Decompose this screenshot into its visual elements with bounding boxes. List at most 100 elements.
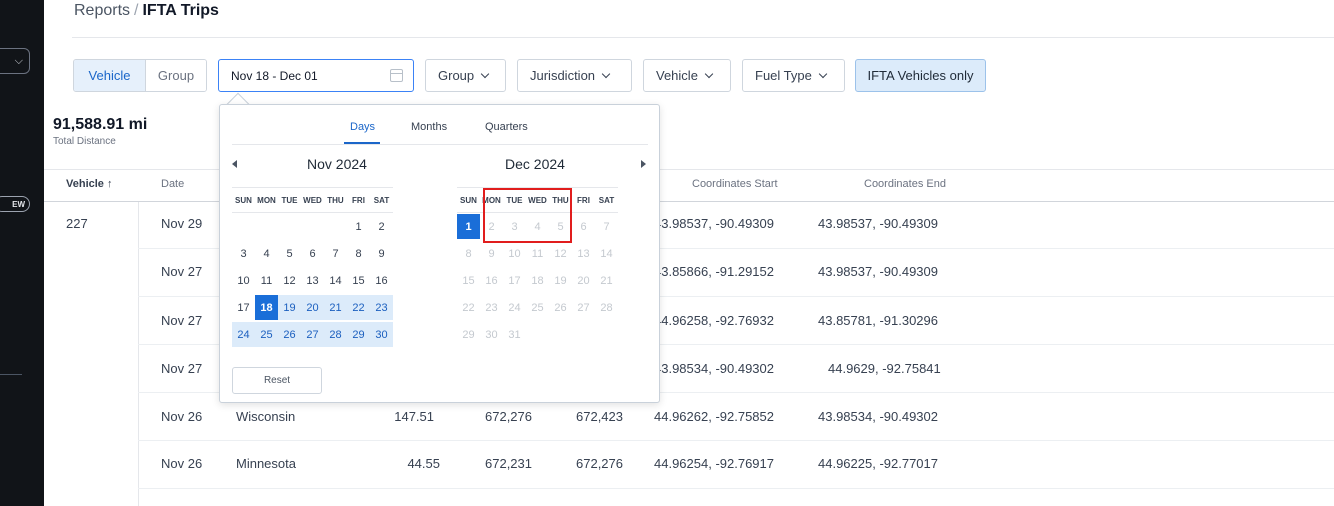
calendar-day[interactable]: 13 <box>301 268 324 293</box>
header-divider <box>72 37 1334 38</box>
calendar-day: 8 <box>465 247 472 260</box>
group-filter-dropdown[interactable]: Group <box>425 59 506 92</box>
previous-month-icon[interactable] <box>232 160 237 168</box>
calendar-day[interactable]: 12 <box>278 268 301 293</box>
calendar-day: 13 <box>577 247 590 260</box>
picker-tabs: Days Months Quarters <box>220 105 661 145</box>
sidebar-collapse-button[interactable]: ⌵ <box>0 48 30 74</box>
calendar-day[interactable]: 5 <box>278 241 301 266</box>
calendar-day[interactable]: 1 <box>347 214 370 239</box>
calendar-day: 7 <box>603 220 610 233</box>
calendar-day[interactable]: 24 <box>232 322 255 347</box>
calendar-day[interactable]: 17 <box>232 295 255 320</box>
chevron-down-icon: ⌵ <box>14 54 23 67</box>
calendar-day[interactable]: 8 <box>347 241 370 266</box>
annotation-highlight-box <box>483 188 572 243</box>
reset-button[interactable]: Reset <box>232 367 322 394</box>
calendar-day[interactable]: 1 <box>457 214 480 239</box>
fuel-type-filter-dropdown[interactable]: Fuel Type <box>742 59 845 92</box>
calendar-day[interactable]: 4 <box>255 241 278 266</box>
group-filter-label: Group <box>438 68 475 83</box>
calendar-day[interactable]: 20 <box>301 295 324 320</box>
weekday-label: TUE <box>281 195 298 205</box>
table-row-date: Nov 26 <box>161 409 203 424</box>
tab-days[interactable]: Days <box>350 121 375 133</box>
date-range-picker: Days Months Quarters Nov 2024 Dec 2024 S… <box>219 104 660 403</box>
vehicle-filter-dropdown[interactable]: Vehicle <box>643 59 731 92</box>
breadcrumb-separator: / <box>134 2 139 19</box>
weekday-label: SAT <box>373 195 390 205</box>
calendar-day[interactable]: 30 <box>370 322 393 347</box>
jurisdiction-filter-dropdown[interactable]: Jurisdiction <box>517 59 632 92</box>
table-row-coord-start: 43.98537, -90.49309 <box>654 216 774 231</box>
calendar-day[interactable]: 9 <box>370 241 393 266</box>
table-row-coord-end: 43.85781, -91.30296 <box>818 313 938 328</box>
calendar-day[interactable]: 2 <box>370 214 393 239</box>
table-row-jurisdiction: Wisconsin <box>236 409 296 424</box>
left-month-title: Nov 2024 <box>307 156 367 172</box>
view-toggle: Vehicle Group <box>73 59 207 92</box>
calendar-day[interactable]: 28 <box>324 322 347 347</box>
table-row-distance: 44.55 <box>407 456 440 471</box>
view-toggle-vehicle[interactable]: Vehicle <box>74 60 146 91</box>
table-row-coord-start: 43.85866, -91.29152 <box>654 264 774 279</box>
calendar-day[interactable]: 10 <box>232 268 255 293</box>
calendar-day[interactable]: 15 <box>347 268 370 293</box>
calendar-week: 8 9 10 11 12 13 14 <box>457 240 618 267</box>
calendar-day: 19 <box>554 274 567 287</box>
tab-months[interactable]: Months <box>411 121 447 133</box>
column-header-vehicle[interactable]: Vehicle ↑ <box>66 178 112 190</box>
calendar-day: 9 <box>488 247 495 260</box>
chevron-down-icon <box>601 69 611 78</box>
table-row-date: Nov 26 <box>161 456 203 471</box>
column-header-date[interactable]: Date <box>161 178 184 190</box>
calendar-day[interactable]: 27 <box>301 322 324 347</box>
calendar-day[interactable]: 19 <box>278 295 301 320</box>
weekday-label: SAT <box>598 195 615 205</box>
calendar-day: 18 <box>531 274 544 287</box>
page-title: IFTA Trips <box>142 2 219 19</box>
tabs-divider <box>232 144 648 145</box>
row-divider <box>138 488 1334 489</box>
table-row-coord-start: 44.96258, -92.76932 <box>654 313 774 328</box>
weekday-label: FRI <box>577 195 590 205</box>
calendar-day[interactable]: 6 <box>301 241 324 266</box>
chevron-down-icon <box>704 69 714 78</box>
calendar-day[interactable]: 3 <box>232 241 255 266</box>
calendar-icon[interactable] <box>390 69 403 82</box>
calendar-day[interactable]: 16 <box>370 268 393 293</box>
calendar-day: 26 <box>554 301 567 314</box>
calendar-week: 15 16 17 18 19 20 21 <box>457 267 618 294</box>
calendar-day[interactable]: 11 <box>255 268 278 293</box>
calendar-day[interactable]: 29 <box>347 322 370 347</box>
calendar-day: 30 <box>485 328 498 341</box>
calendar-day[interactable]: 21 <box>324 295 347 320</box>
calendar-day[interactable]: 18 <box>255 295 278 320</box>
vehicle-filter-label: Vehicle <box>656 68 698 83</box>
calendar-day: 12 <box>554 247 567 260</box>
view-toggle-group[interactable]: Group <box>146 60 206 91</box>
calendar-day: 24 <box>508 301 521 314</box>
table-row-coord-start: 44.96262, -92.75852 <box>654 409 774 424</box>
table-row-date: Nov 27 <box>161 361 203 376</box>
calendar-day: 22 <box>462 301 475 314</box>
calendar-day[interactable]: 23 <box>370 295 393 320</box>
calendar-week: 29 30 31 <box>457 321 618 348</box>
calendar-day[interactable]: 14 <box>324 268 347 293</box>
calendar-day[interactable]: 22 <box>347 295 370 320</box>
breadcrumb-reports-link[interactable]: Reports <box>74 2 130 19</box>
weekday-label: MON <box>257 195 276 205</box>
ifta-vehicles-only-button[interactable]: IFTA Vehicles only <box>855 59 986 92</box>
column-header-coordinates-start[interactable]: Coordinates Start <box>692 178 778 190</box>
date-range-input[interactable]: Nov 18 - Dec 01 <box>218 59 414 92</box>
next-month-icon[interactable] <box>641 160 646 168</box>
column-header-coordinates-end[interactable]: Coordinates End <box>864 178 946 190</box>
vehicle-group-cell: 227 <box>66 216 88 231</box>
calendar-day[interactable]: 7 <box>324 241 347 266</box>
calendar-day[interactable]: 25 <box>255 322 278 347</box>
table-row-distance: 147.51 <box>394 409 434 424</box>
table-row-date: Nov 29 <box>161 216 203 231</box>
table-row-odometer-start: 672,231 <box>485 456 532 471</box>
tab-quarters[interactable]: Quarters <box>485 121 528 133</box>
calendar-day[interactable]: 26 <box>278 322 301 347</box>
